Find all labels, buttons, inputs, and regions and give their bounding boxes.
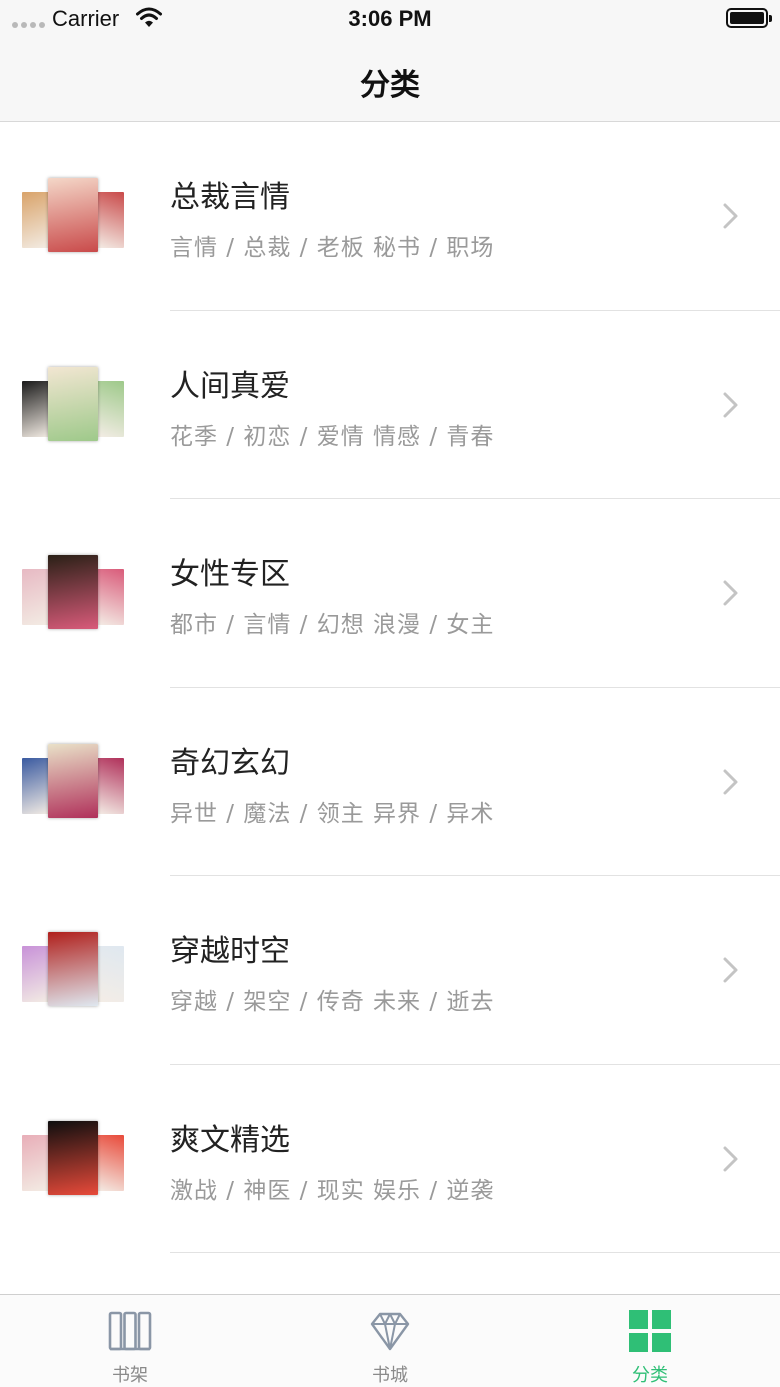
category-row[interactable]: 奇幻玄幻 异世 / 魔法 / 领主 异界 / 异术: [0, 688, 780, 876]
book-covers-thumbnail: [22, 366, 124, 441]
category-list: 总裁言情 言情 / 总裁 / 老板 秘书 / 职场 人间真爱 花季 / 初恋 /…: [0, 122, 780, 1253]
navigation-bar: 分类: [0, 40, 780, 122]
category-tags: 异世 / 魔法 / 领主 异界 / 异术: [170, 800, 495, 827]
page-title: 分类: [360, 68, 420, 103]
grid-icon: [629, 1310, 671, 1352]
book-cover-center: [48, 555, 98, 629]
book-cover-center: [48, 1120, 98, 1195]
chevron-right-icon: [723, 203, 738, 229]
book-cover-left: [22, 946, 50, 1002]
tab-bookshelf[interactable]: 书架: [0, 1295, 260, 1387]
book-cover-right: [96, 380, 124, 437]
status-time: 3:06 PM: [348, 6, 432, 31]
battery-icon: [726, 8, 772, 28]
book-cover-right: [96, 192, 124, 248]
book-covers-thumbnail: [22, 1120, 124, 1195]
category-tags: 穿越 / 架空 / 传奇 未来 / 逝去: [170, 989, 495, 1015]
book-cover-left: [22, 569, 50, 625]
category-row[interactable]: 女性专区 都市 / 言情 / 幻想 浪漫 / 女主: [0, 499, 780, 688]
book-cover-left: [22, 192, 50, 248]
chevron-right-icon: [723, 580, 738, 606]
chevron-right-icon: [723, 957, 738, 983]
book-cover-right: [96, 1134, 124, 1191]
tab-bookstore[interactable]: 书城: [260, 1295, 520, 1387]
book-covers-thumbnail: [22, 555, 124, 629]
bookshelf-icon: [108, 1311, 152, 1351]
category-title: 穿越时空: [170, 934, 290, 969]
category-row[interactable]: 穿越时空 穿越 / 架空 / 传奇 未来 / 逝去: [0, 876, 780, 1065]
book-cover-right: [96, 757, 124, 814]
category-tags: 言情 / 总裁 / 老板 秘书 / 职场: [170, 235, 495, 261]
tab-bar: 书架 书城 分类: [0, 1294, 780, 1387]
category-tags: 都市 / 言情 / 幻想 浪漫 / 女主: [170, 612, 495, 638]
category-title: 人间真爱: [170, 368, 290, 404]
book-cover-left: [22, 1134, 50, 1191]
book-cover-center: [48, 366, 98, 441]
book-covers-thumbnail: [22, 932, 124, 1006]
category-title: 女性专区: [170, 557, 290, 592]
book-cover-center: [48, 743, 98, 818]
diamond-icon: [370, 1312, 410, 1351]
category-tags: 花季 / 初恋 / 爱情 情感 / 青春: [170, 423, 495, 450]
row-divider: [170, 1252, 780, 1253]
tab-label: 书架: [112, 1365, 148, 1386]
category-tags: 激战 / 神医 / 现实 娱乐 / 逆袭: [170, 1177, 495, 1204]
book-cover-left: [22, 380, 50, 437]
book-cover-right: [96, 569, 124, 625]
status-bar: Carrier 3:06 PM: [0, 0, 780, 40]
chevron-right-icon: [723, 392, 738, 417]
category-title: 爽文精选: [170, 1122, 290, 1158]
tab-label: 书城: [372, 1365, 408, 1386]
book-cover-center: [48, 932, 98, 1006]
book-cover-left: [22, 757, 50, 814]
chevron-right-icon: [723, 769, 738, 794]
book-covers-thumbnail: [22, 178, 124, 252]
book-cover-center: [48, 178, 98, 252]
tab-label: 分类: [632, 1365, 668, 1386]
book-cover-right: [96, 946, 124, 1002]
category-row[interactable]: 总裁言情 言情 / 总裁 / 老板 秘书 / 职场: [0, 122, 780, 311]
category-row[interactable]: 人间真爱 花季 / 初恋 / 爱情 情感 / 青春: [0, 311, 780, 499]
category-title: 总裁言情: [170, 180, 290, 215]
tab-category[interactable]: 分类: [520, 1295, 780, 1387]
category-title: 奇幻玄幻: [170, 745, 290, 781]
chevron-right-icon: [723, 1146, 738, 1171]
book-covers-thumbnail: [22, 743, 124, 818]
category-row[interactable]: 爽文精选 激战 / 神医 / 现实 娱乐 / 逆袭: [0, 1065, 780, 1253]
